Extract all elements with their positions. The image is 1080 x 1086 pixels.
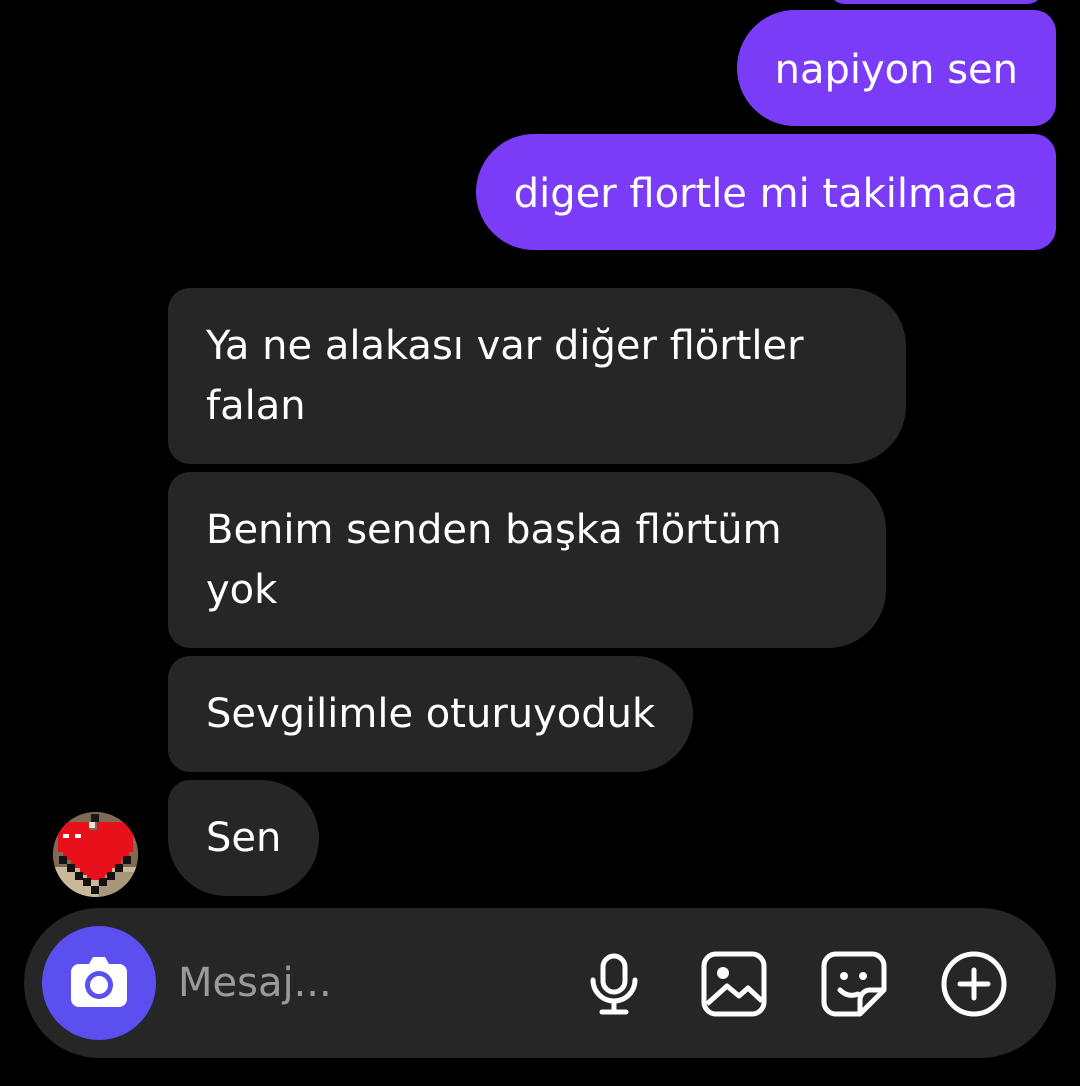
incoming-message[interactable]: Sen — [168, 780, 320, 896]
message-input[interactable] — [178, 943, 558, 1023]
more-options-button[interactable] — [938, 948, 1010, 1020]
incoming-message[interactable]: Benim senden başka flörtüm yok — [168, 472, 886, 648]
outgoing-message[interactable]: napiyon sen — [736, 10, 1056, 126]
message-text-line: Benim senden başka flörtüm — [206, 507, 782, 553]
contact-avatar[interactable] — [53, 812, 138, 897]
outgoing-message[interactable]: diger flortle mi takilmaca — [475, 134, 1056, 250]
camera-icon — [71, 957, 127, 1007]
sticker-icon — [821, 951, 887, 1017]
chat-thread: napiyon sen diger flortle mi takilmaca Y… — [0, 0, 1080, 900]
voice-message-button[interactable] — [578, 948, 650, 1020]
pixel-heart-avatar-icon — [53, 812, 138, 897]
message-text: diger flortle mi takilmaca — [513, 171, 1018, 217]
message-text-line: falan — [206, 383, 306, 429]
previous-message-bubble-edge — [830, 0, 1042, 4]
sticker-button[interactable] — [818, 948, 890, 1020]
message-text-line: Ya ne alakası var diğer flörtler — [206, 323, 804, 369]
microphone-icon — [590, 953, 638, 1015]
incoming-message[interactable]: Sevgilimle oturuyoduk — [168, 656, 694, 772]
message-composer — [24, 908, 1056, 1058]
camera-button[interactable] — [42, 926, 156, 1040]
message-text: napiyon sen — [774, 47, 1018, 93]
plus-circle-icon — [941, 951, 1007, 1017]
message-text: Sen — [206, 815, 282, 861]
message-text-line: yok — [206, 567, 278, 613]
gallery-icon — [701, 951, 767, 1017]
gallery-button[interactable] — [698, 948, 770, 1020]
incoming-message[interactable]: Ya ne alakası var diğer flörtler falan — [168, 288, 906, 464]
message-text: Sevgilimle oturuyoduk — [206, 691, 656, 737]
